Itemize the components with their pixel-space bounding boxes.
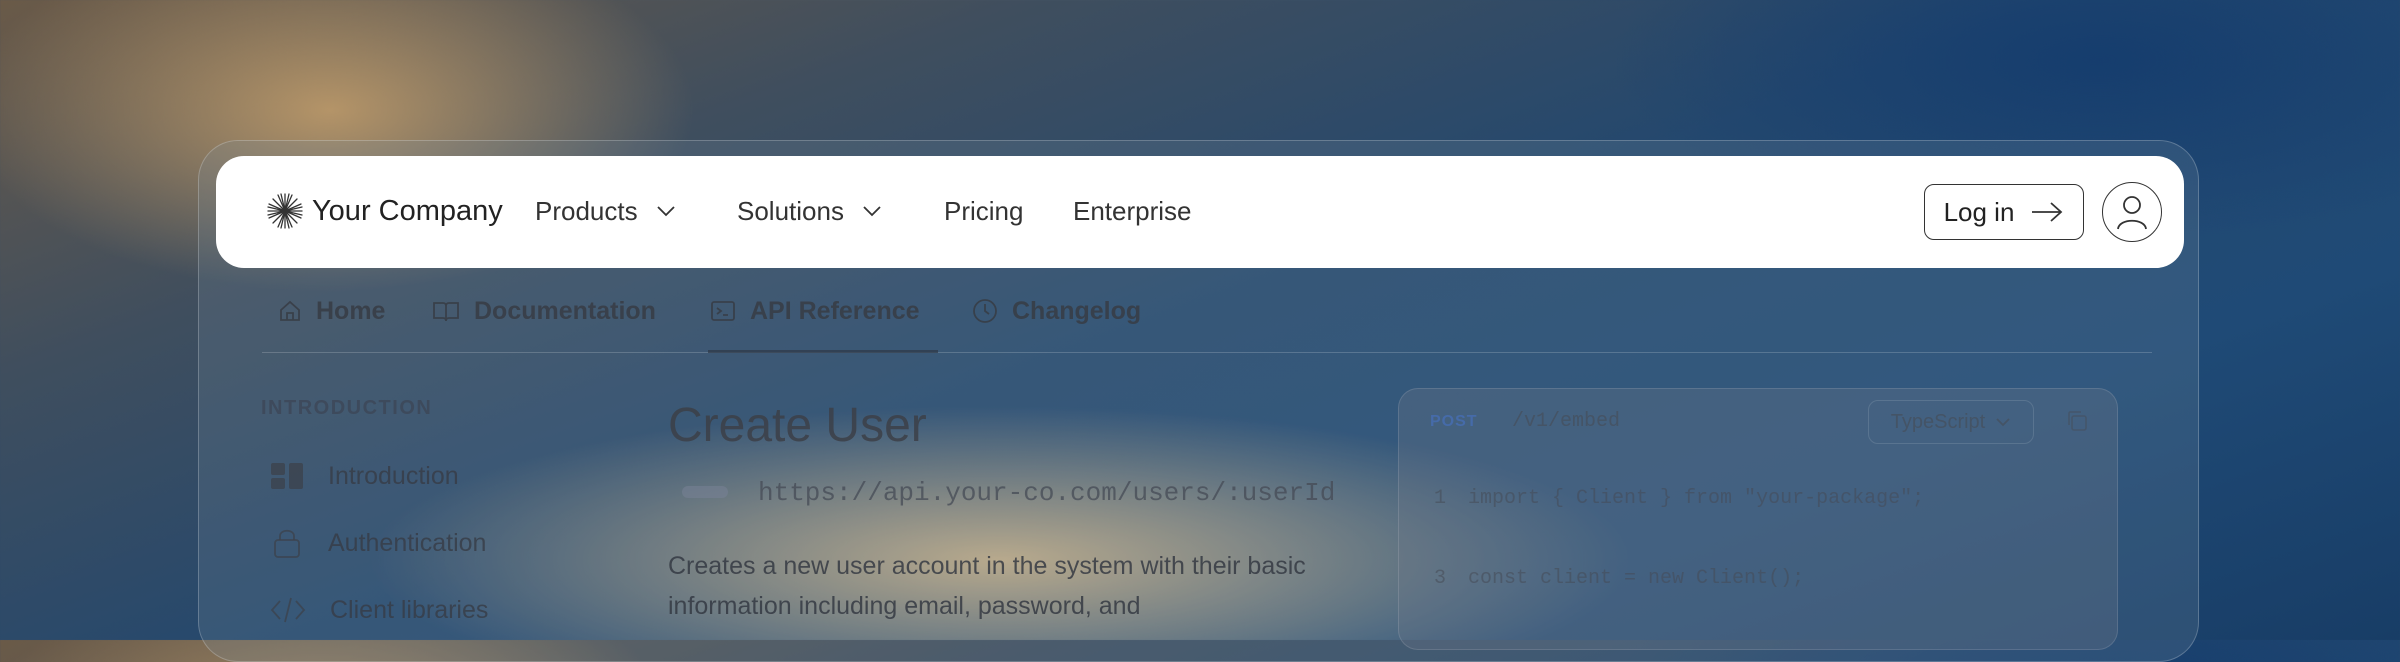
endpoint-url: https://api.your-co.com/users/:userId (758, 478, 1336, 508)
tab-changelog-label: Changelog (1012, 297, 1142, 325)
tab-documentation-label: Documentation (474, 297, 656, 325)
tab-api-reference[interactable]: API Reference (710, 294, 920, 328)
sidebar-item-label: Client libraries (330, 596, 489, 624)
company-name[interactable]: Your Company (312, 194, 503, 228)
chevron-down-icon (1996, 418, 2010, 427)
chevron-down-icon (863, 206, 881, 217)
code-line: 3 const client = new Client(); (1434, 565, 1804, 593)
code-text: import { Client } from "your-package"; (1468, 487, 1925, 510)
endpoint-description: Creates a new user account in the system… (668, 552, 1306, 620)
grid-icon (271, 463, 303, 489)
login-button-label: Log in (1943, 196, 2015, 227)
nav-products[interactable]: Products (535, 194, 676, 228)
sidebar-item-label: Authentication (328, 529, 487, 557)
code-icon (270, 597, 306, 623)
code-text: const client = new Client(); (1468, 567, 1805, 590)
code-method-label: POST (1430, 413, 1478, 430)
top-navbar (216, 156, 2184, 268)
line-number: 1 (1434, 487, 1447, 510)
language-select[interactable]: TypeScript (1868, 400, 2034, 444)
line-number: 3 (1434, 567, 1447, 590)
chevron-down-icon (656, 206, 675, 217)
tabs-divider (262, 352, 2152, 353)
nav-pricing-label: Pricing (944, 196, 1024, 226)
code-path-label: /v1/embed (1512, 410, 1621, 433)
method-badge (682, 486, 728, 498)
sidebar-heading: INTRODUCTION (261, 397, 433, 419)
nav-products-label: Products (535, 196, 638, 226)
sidebar-item-client-libraries[interactable]: Client libraries (270, 593, 488, 627)
nav-solutions[interactable]: Solutions (737, 194, 882, 228)
tab-home-label: Home (316, 297, 386, 325)
tab-changelog[interactable]: Changelog (972, 294, 1141, 328)
terminal-icon (711, 301, 735, 321)
sidebar-item-introduction[interactable]: Introduction (270, 459, 459, 493)
tab-home[interactable]: Home (278, 294, 385, 328)
tab-api-reference-label: API Reference (750, 297, 920, 325)
copy-icon[interactable] (2066, 410, 2088, 432)
language-select-value: TypeScript (1890, 410, 1986, 433)
nav-pricing[interactable]: Pricing (944, 194, 1023, 228)
home-icon (280, 300, 300, 321)
sidebar-item-authentication[interactable]: Authentication (270, 526, 486, 560)
user-avatar-button[interactable] (2102, 182, 2162, 242)
page-title: Create User (668, 399, 927, 452)
nav-enterprise-label: Enterprise (1073, 196, 1192, 226)
active-tab-indicator (708, 350, 938, 353)
company-logo-icon[interactable] (266, 192, 304, 230)
sidebar-item-label: Introduction (328, 462, 459, 490)
nav-enterprise[interactable]: Enterprise (1073, 194, 1192, 228)
login-button[interactable]: Log in (1924, 184, 2084, 240)
user-icon (2117, 196, 2147, 230)
tab-documentation[interactable]: Documentation (432, 294, 656, 328)
book-icon (433, 302, 459, 322)
lock-icon (274, 529, 300, 558)
nav-solutions-label: Solutions (737, 196, 844, 226)
code-line: 1 import { Client } from "your-package"; (1434, 485, 1924, 513)
clock-icon (973, 299, 997, 323)
arrow-right-icon (2032, 202, 2063, 222)
